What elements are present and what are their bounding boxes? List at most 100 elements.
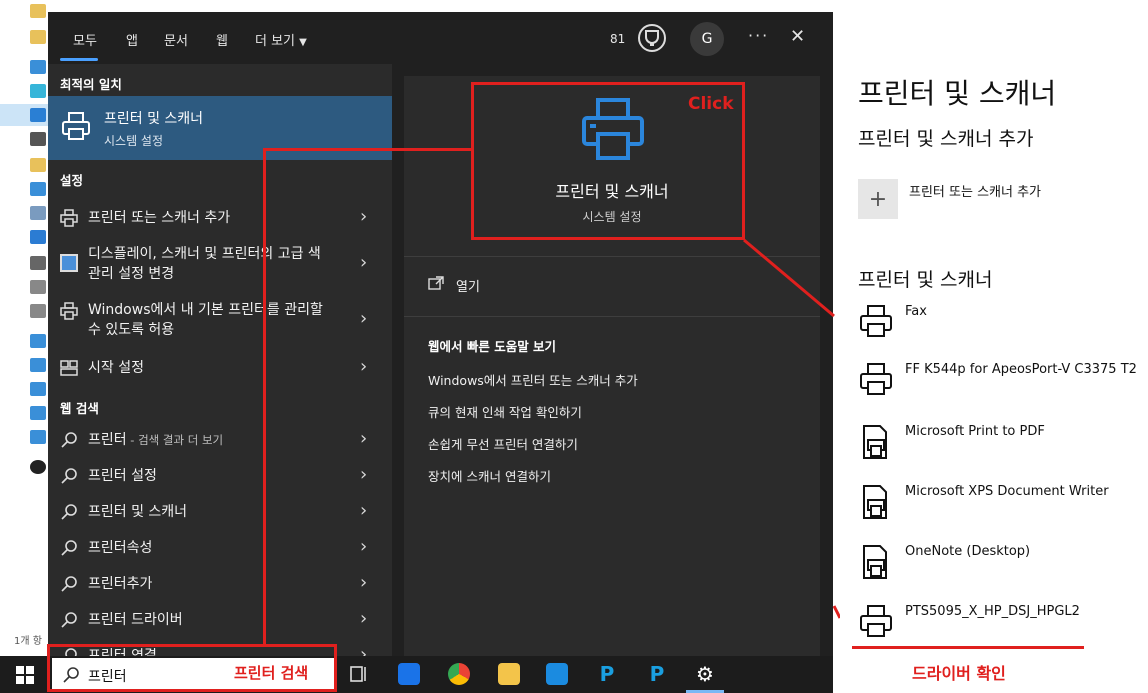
printer-name: OneNote (Desktop) (905, 544, 1031, 559)
help-link[interactable]: 큐의 현재 인쇄 작업 확인하기 (428, 402, 582, 421)
task-view-icon[interactable] (349, 664, 369, 684)
linux-icon[interactable] (30, 460, 46, 474)
list-item-label: 프린터 또는 스캐너 추가 (88, 210, 231, 226)
music-icon[interactable] (30, 230, 46, 244)
printer-item[interactable]: FF K544p for ApeosPort-V C3375 T2 (858, 356, 1148, 400)
tab-documents[interactable]: 문서 (164, 30, 188, 49)
3d-objects-icon[interactable] (30, 84, 46, 98)
settings-page: 프린터 및 스캐너 프린터 및 스캐너 추가 + 프린터 또는 스캐너 추가 프… (833, 0, 1148, 693)
rewards-points: 81 (610, 32, 626, 46)
printer-item[interactable]: Fax (858, 298, 1148, 342)
web-search-item[interactable]: 프린터 - 검색 결과 더 보기 › (48, 422, 392, 458)
p-app-icon[interactable]: P (646, 663, 668, 685)
list-item[interactable]: Windows에서 내 기본 프린터를 관리할 수 있도록 허용 › (48, 292, 392, 350)
web-search-item[interactable]: 프린터 설정 › (48, 458, 392, 494)
printer-item[interactable]: Microsoft Print to PDF (858, 418, 1148, 462)
chevron-right-icon: › (360, 356, 368, 377)
tab-more[interactable]: 더 보기 ▼ (255, 30, 307, 49)
annotation-connector (263, 148, 473, 151)
best-match-subtitle: 시스템 설정 (104, 134, 164, 148)
list-item[interactable]: 시작 설정 › (48, 350, 392, 386)
open-action[interactable]: 열기 (456, 276, 480, 295)
list-item-label: 시작 설정 (88, 360, 144, 376)
web-search-term: 프린터 (88, 432, 127, 448)
printer-item[interactable]: PTS5095_X_HP_DSJ_HPGL2 (858, 598, 1148, 642)
pc-icon[interactable] (30, 60, 46, 74)
printer-icon (60, 302, 78, 320)
open-icon (428, 276, 444, 290)
network-icon[interactable] (30, 334, 46, 348)
pictures-icon[interactable] (30, 206, 46, 220)
web-search-item[interactable]: 프린터 드라이버 › (48, 602, 392, 638)
web-search-heading: 웹 검색 (60, 401, 99, 416)
printer-icon (62, 112, 90, 140)
chrome-icon[interactable] (448, 663, 470, 685)
printer-name: Fax (905, 304, 927, 319)
more-options-icon[interactable]: ··· (748, 26, 769, 45)
drive-icon[interactable] (30, 280, 46, 294)
network-pc-icon[interactable] (30, 430, 46, 444)
desktop-icon[interactable] (30, 182, 46, 196)
chevron-right-icon: › (360, 500, 368, 521)
printer-name: PTS5095_X_HP_DSJ_HPGL2 (905, 604, 1080, 619)
search-icon (61, 504, 77, 520)
add-printer-heading: 프린터 및 스캐너 추가 (858, 128, 1034, 150)
help-link[interactable]: 장치에 스캐너 연결하기 (428, 466, 551, 485)
file-explorer-icon[interactable] (498, 663, 520, 685)
web-search-item[interactable]: 프린터 및 스캐너 › (48, 494, 392, 530)
printer-item[interactable]: Microsoft XPS Document Writer (858, 478, 1148, 522)
search-icon (61, 612, 77, 628)
search-icon (61, 432, 77, 448)
chevron-right-icon: › (360, 252, 368, 273)
list-item[interactable]: 디스플레이, 스캐너 및 프린터의 고급 색 관리 설정 변경 › (48, 236, 392, 292)
document-printer-icon (863, 485, 887, 519)
tab-all[interactable]: 모두 (73, 30, 97, 49)
video-icon[interactable] (30, 132, 46, 146)
results-list: 최적의 일치 프린터 및 스캐너 시스템 설정 설정 프린터 또는 스캐너 추가… (48, 64, 392, 656)
folder-icon[interactable] (30, 30, 46, 44)
printer-name: FF K544p for ApeosPort-V C3375 T2 (905, 362, 1137, 377)
help-link[interactable]: Windows에서 프린터 또는 스캐너 추가 (428, 370, 638, 389)
best-match-heading: 최적의 일치 (60, 77, 122, 92)
network-pc-icon[interactable] (30, 406, 46, 420)
search-icon (61, 468, 77, 484)
web-search-item[interactable]: 프린터속성 › (48, 530, 392, 566)
explorer-status: 1개 항 (14, 636, 42, 647)
outlook-icon[interactable] (398, 663, 420, 685)
add-printer-label[interactable]: 프린터 또는 스캐너 추가 (909, 181, 1041, 200)
tab-apps[interactable]: 앱 (126, 30, 138, 49)
printer-name: Microsoft Print to PDF (905, 424, 1045, 439)
rewards-icon[interactable] (638, 24, 666, 52)
close-icon[interactable]: ✕ (790, 26, 805, 47)
store-icon[interactable] (546, 663, 568, 685)
web-help-heading: 웹에서 빠른 도움말 보기 (428, 339, 557, 354)
list-item-label: 디스플레이, 스캐너 및 프린터의 고급 색 관리 설정 변경 (88, 246, 321, 282)
web-search-item[interactable]: 프린터추가 › (48, 566, 392, 602)
chevron-right-icon: › (360, 644, 368, 656)
web-search-label: 프린터 드라이버 (88, 612, 183, 628)
network-pc-icon[interactable] (30, 358, 46, 372)
drive-icon[interactable] (30, 304, 46, 318)
windows-start-icon[interactable] (16, 666, 34, 684)
printer-item[interactable]: OneNote (Desktop) (858, 538, 1148, 582)
annotation-connector (743, 238, 840, 619)
tab-web[interactable]: 웹 (216, 30, 228, 49)
chevron-right-icon: › (360, 464, 368, 485)
avatar[interactable]: G (690, 22, 724, 56)
list-item-label: Windows에서 내 기본 프린터를 관리할 수 있도록 허용 (88, 302, 323, 338)
p-app-icon[interactable]: P (596, 663, 618, 685)
list-item[interactable]: 프린터 또는 스캐너 추가 › (48, 200, 392, 236)
help-link[interactable]: 손쉽게 무선 프린터 연결하기 (428, 434, 578, 453)
document-icon[interactable] (30, 158, 46, 172)
folder-icon[interactable] (30, 4, 46, 18)
settings-gear-icon[interactable]: ⚙ (694, 663, 716, 685)
chevron-right-icon: › (360, 206, 368, 227)
settings-heading: 설정 (60, 173, 84, 188)
network-pc-icon[interactable] (30, 382, 46, 396)
drive-icon[interactable] (30, 256, 46, 270)
download-icon[interactable] (30, 108, 46, 122)
web-search-label: 프린터 설정 (88, 468, 157, 484)
add-printer-button[interactable]: + (858, 179, 898, 219)
printer-icon (860, 363, 892, 395)
chevron-right-icon: › (360, 428, 368, 449)
